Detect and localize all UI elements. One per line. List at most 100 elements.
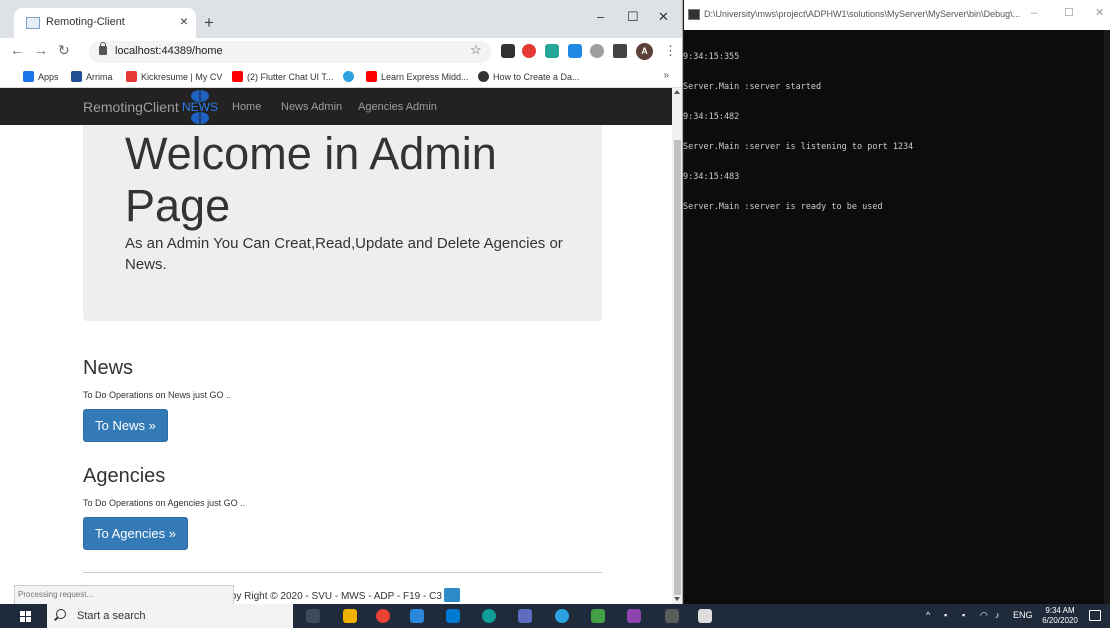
page-scrollbar[interactable] xyxy=(672,88,682,604)
edge-icon[interactable] xyxy=(482,609,496,623)
maximize-button[interactable]: ☐ xyxy=(627,10,639,23)
bookmarks-overflow-icon[interactable]: » xyxy=(663,70,669,81)
close-button[interactable]: ✕ xyxy=(658,10,669,23)
tab-title: Remoting-Client xyxy=(46,16,125,28)
telegram-icon xyxy=(343,71,354,82)
console-taskbar-icon[interactable] xyxy=(698,609,712,623)
terminal-icon[interactable] xyxy=(665,609,679,623)
to-news-button[interactable]: To News » xyxy=(83,409,168,442)
to-agencies-button[interactable]: To Agencies » xyxy=(83,517,188,550)
tray-chevron-icon[interactable]: ^ xyxy=(926,610,930,620)
youtube-icon xyxy=(366,71,377,82)
bookmark-apps[interactable]: Apps xyxy=(23,71,59,82)
console-line: 9:34:15:483 xyxy=(683,172,740,182)
browser-tab[interactable]: Remoting-Client × xyxy=(14,8,196,38)
search-placeholder: Start a search xyxy=(77,610,146,622)
site-icon xyxy=(478,71,489,82)
bookmark-how-to-create[interactable]: How to Create a Da... xyxy=(478,71,580,82)
vscode-icon[interactable] xyxy=(518,609,532,623)
app-icon[interactable] xyxy=(591,609,605,623)
file-explorer-icon[interactable] xyxy=(343,609,357,623)
console-title: D:\University\mws\project\ADPHW1\solutio… xyxy=(704,9,1021,19)
console-maximize-button[interactable]: ☐ xyxy=(1064,8,1074,19)
browser-toolbar: ← → ↻ localhost:44389/home ☆ A ⋮ xyxy=(0,38,682,66)
notification-icon[interactable] xyxy=(1089,610,1101,621)
bookmarks-bar: Apps Arrima Kickresume | My CV (2) Flutt… xyxy=(0,66,682,88)
extension-icon[interactable] xyxy=(545,44,559,58)
clock-date: 6/20/2020 xyxy=(1042,616,1078,625)
console-minimize-button[interactable]: – xyxy=(1031,8,1037,19)
visual-studio-icon[interactable] xyxy=(627,609,641,623)
console-line: Server.Main :server started xyxy=(683,82,822,92)
back-arrow-icon[interactable]: ← xyxy=(10,43,24,57)
nav-home[interactable]: Home xyxy=(232,101,261,113)
address-bar[interactable]: localhost:44389/home xyxy=(89,41,491,63)
store-icon[interactable] xyxy=(410,609,424,623)
page-title: Welcome in Admin Page xyxy=(125,128,497,231)
battery-icon[interactable]: ▪ xyxy=(962,610,965,620)
new-tab-button[interactable]: + xyxy=(204,14,214,31)
taskbar: Start a search ^ ▪ ▪ ◠ ♪ ENG 9:34 AM 6/2… xyxy=(0,604,1110,628)
telegram-icon[interactable] xyxy=(555,609,569,623)
kickresume-icon xyxy=(126,71,137,82)
extension-icon[interactable] xyxy=(590,44,604,58)
volume-icon[interactable]: ♪ xyxy=(995,610,1000,620)
footer-divider xyxy=(83,572,602,573)
extension-icon[interactable] xyxy=(568,44,582,58)
minimize-button[interactable]: – xyxy=(597,10,604,23)
console-app-icon xyxy=(688,9,700,20)
console-line: Server.Main :server is listening to port… xyxy=(683,142,914,152)
browser-window: Remoting-Client × + – ☐ ✕ ← → ↻ localhos… xyxy=(0,0,683,604)
jumbotron: Welcome in Admin Page As an Admin You Ca… xyxy=(83,125,602,321)
status-bubble: Processing request... xyxy=(14,585,234,604)
extension-icon[interactable] xyxy=(522,44,536,58)
youtube-icon xyxy=(232,71,243,82)
console-line: Server.Main :server is ready to be used xyxy=(683,202,883,212)
site-navbar: RemotingClient NEWS Home News Admin Agen… xyxy=(0,88,672,125)
console-line: 9:34:15:482 xyxy=(683,112,740,122)
arrima-icon xyxy=(71,71,82,82)
task-view-icon[interactable] xyxy=(306,609,320,623)
forward-arrow-icon[interactable]: → xyxy=(34,43,48,57)
mail-icon[interactable] xyxy=(446,609,460,623)
tab-strip: Remoting-Client × + – ☐ ✕ xyxy=(0,0,682,38)
puzzle-icon[interactable] xyxy=(613,44,627,58)
bookmark-arrima[interactable]: Arrima xyxy=(71,71,113,82)
news-heading: News xyxy=(83,357,134,379)
console-close-button[interactable]: ✕ xyxy=(1095,8,1104,19)
nav-agencies-admin[interactable]: Agencies Admin xyxy=(358,101,437,113)
news-logo-icon: NEWS xyxy=(182,90,218,124)
network-icon[interactable]: ▪ xyxy=(944,610,947,620)
bookmark-flutter-chat[interactable]: (2) Flutter Chat UI T... xyxy=(232,71,333,82)
taskbar-clock[interactable]: 9:34 AM 6/20/2020 xyxy=(1040,606,1080,626)
page-lead: As an Admin You Can Creat,Read,Update an… xyxy=(125,235,563,273)
menu-kebab-icon[interactable]: ⋮ xyxy=(664,43,677,59)
chrome-icon[interactable] xyxy=(376,609,390,623)
scroll-up-icon[interactable] xyxy=(674,90,680,94)
apps-grid-icon xyxy=(23,71,34,82)
windows-start-icon[interactable] xyxy=(20,611,31,622)
language-indicator[interactable]: ENG xyxy=(1013,610,1033,620)
nav-news-admin[interactable]: News Admin xyxy=(281,101,342,113)
lock-icon xyxy=(99,42,107,55)
extension-icon[interactable] xyxy=(501,44,515,58)
console-line: 9:34:15:355 xyxy=(683,52,740,62)
site-brand[interactable]: RemotingClient xyxy=(83,99,179,115)
bookmark-kickresume[interactable]: Kickresume | My CV xyxy=(126,71,222,82)
taskbar-search-box[interactable]: Start a search xyxy=(47,604,293,628)
clock-time: 9:34 AM xyxy=(1045,606,1075,615)
scroll-down-icon[interactable] xyxy=(674,597,680,601)
footer: Copy Right © 2020 - SVU - MWS - ADP - F1… xyxy=(218,588,460,602)
url-text[interactable]: localhost:44389/home xyxy=(115,45,223,57)
reload-icon[interactable]: ↻ xyxy=(58,43,70,57)
scroll-thumb[interactable] xyxy=(674,140,681,595)
console-output: 9:34:15:355 Server.Main :server started … xyxy=(683,32,1103,232)
wifi-icon[interactable]: ◠ xyxy=(980,610,988,621)
bookmark-learn-express[interactable]: Learn Express Midd... xyxy=(366,71,469,82)
bookmark-telegram[interactable] xyxy=(343,71,358,82)
page-favicon-icon xyxy=(26,17,40,29)
profile-avatar[interactable]: A xyxy=(636,43,653,60)
console-scrollbar[interactable] xyxy=(1104,30,1110,604)
console-titlebar: D:\University\mws\project\ADPHW1\solutio… xyxy=(684,0,1110,30)
tab-close-icon[interactable]: × xyxy=(180,14,188,28)
